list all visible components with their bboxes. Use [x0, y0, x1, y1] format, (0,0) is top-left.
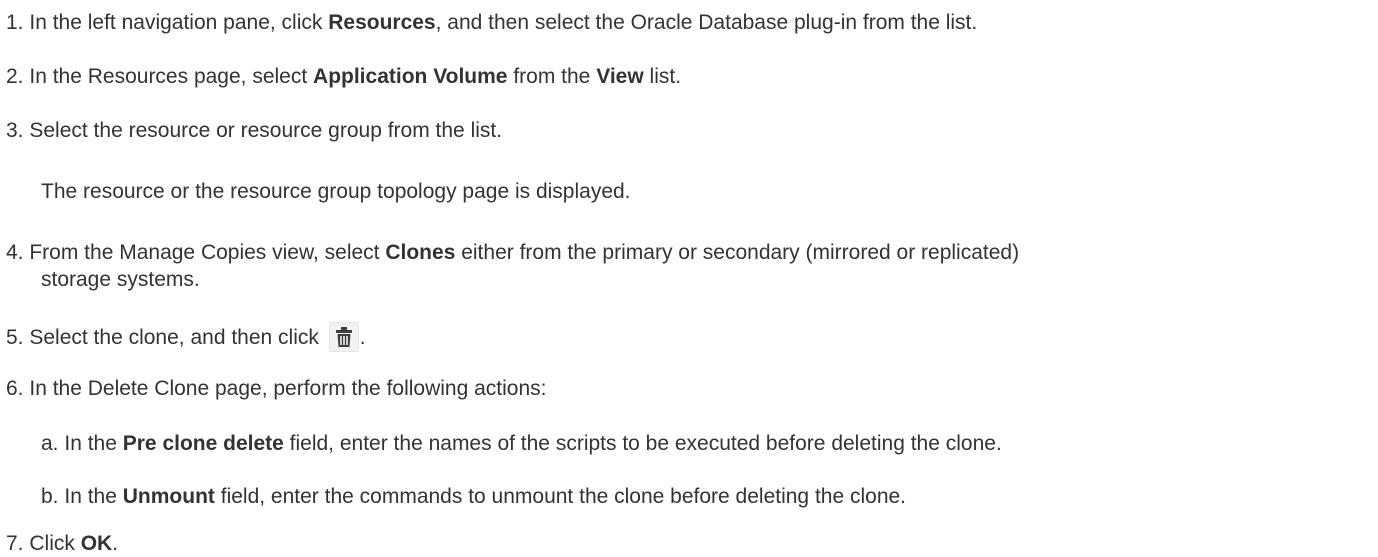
ui-term-clones: Clones — [385, 241, 456, 264]
step-text: From the Manage Copies view, select — [29, 241, 386, 264]
step-number: 1. — [6, 11, 24, 34]
ui-term-ok: OK — [80, 532, 113, 555]
trash-icon — [328, 322, 359, 352]
ui-term-unmount: Unmount — [122, 485, 215, 508]
step-text: In the left navigation pane, click — [29, 11, 329, 34]
step-1: 1. In the left navigation pane, click Re… — [6, 10, 977, 36]
substep-text: In the — [64, 432, 123, 455]
step-number: 4. — [6, 241, 24, 264]
step-number: 3. — [6, 119, 24, 142]
substep-letter: b. — [41, 485, 59, 508]
step-text: either from the primary or secondary (mi… — [455, 241, 1020, 264]
step-6-substep-a: a. In the Pre clone delete field, enter … — [41, 431, 1002, 457]
step-5: 5. Select the clone, and then click . — [6, 322, 366, 352]
step-text: In the Delete Clone page, perform the fo… — [29, 377, 547, 400]
step-3: 3. Select the resource or resource group… — [6, 118, 502, 144]
step-text: Select the clone, and then click — [29, 326, 325, 349]
step-number: 6. — [6, 377, 24, 400]
step-text: , and then select the Oracle Database pl… — [435, 11, 978, 34]
substep-text: field, enter the names of the scripts to… — [283, 432, 1002, 455]
step-number: 7. — [6, 532, 24, 555]
ui-term-pre-clone-delete: Pre clone delete — [122, 432, 284, 455]
step-6-substep-b: b. In the Unmount field, enter the comma… — [41, 484, 906, 510]
step-3-result-note: The resource or the resource group topol… — [41, 180, 631, 203]
ui-term-resources: Resources — [328, 11, 436, 34]
ui-term-view: View — [596, 65, 644, 88]
step-number: 5. — [6, 326, 24, 349]
step-text: Select the resource or resource group fr… — [29, 119, 503, 142]
step-2: 2. In the Resources page, select Applica… — [6, 64, 681, 90]
step-text: from the — [507, 65, 597, 88]
step-7: 7. Click OK. — [6, 531, 118, 557]
step-4-continuation: storage systems. — [41, 268, 200, 291]
step-4: 4. From the Manage Copies view, select C… — [6, 240, 1019, 266]
substep-letter: a. — [41, 432, 59, 455]
step-number: 2. — [6, 65, 24, 88]
substep-text: field, enter the commands to unmount the… — [214, 485, 907, 508]
step-text: . — [112, 532, 119, 555]
step-text: In the Resources page, select — [29, 65, 314, 88]
step-text: list. — [643, 65, 682, 88]
step-6: 6. In the Delete Clone page, perform the… — [6, 376, 547, 402]
ui-term-application-volume: Application Volume — [313, 65, 508, 88]
step-text: . — [359, 326, 366, 349]
step-text: Click — [29, 532, 81, 555]
substep-text: In the — [64, 485, 123, 508]
